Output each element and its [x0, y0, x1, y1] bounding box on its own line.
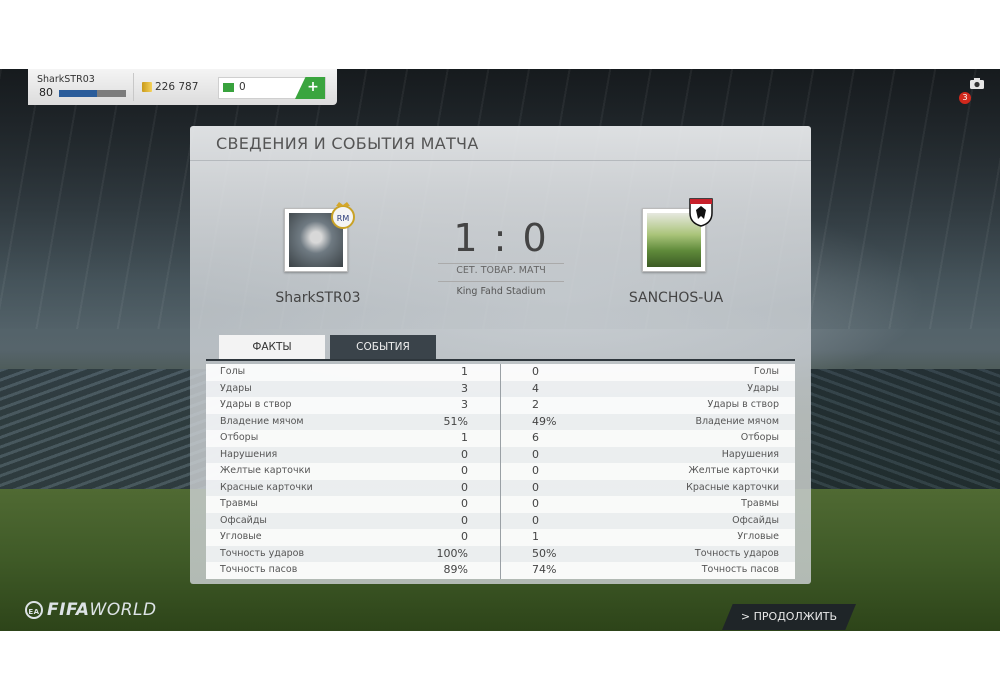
away-stat-label: Красные карточки — [686, 481, 779, 493]
home-stat-value: 0 — [461, 513, 468, 527]
stadium-name: King Fahd Stadium — [456, 286, 546, 297]
away-stat-label: Точность ударов — [694, 547, 779, 559]
away-stat-label: Желтые карточки — [688, 465, 779, 476]
home-stat-value: 51% — [443, 414, 468, 428]
xp-progress-bar — [59, 90, 126, 97]
away-stat-value: 0 — [532, 497, 539, 510]
home-stat-label: Отборы — [220, 432, 259, 443]
logo-fifa: FIFA — [47, 600, 90, 620]
away-stat-value: 4 — [532, 381, 539, 395]
away-stat-label: Офсайды — [732, 514, 779, 526]
home-stat-label: Точность ударов — [220, 547, 305, 559]
home-stat-label: Точность пасов — [220, 564, 298, 575]
home-stat-label: Травмы — [220, 498, 258, 509]
cash-icon — [223, 83, 234, 92]
logo-world: WORLD — [89, 600, 157, 620]
home-stat-label: Красные карточки — [220, 481, 313, 493]
away-stat-label: Точность пасов — [701, 564, 779, 575]
title-divider — [190, 160, 811, 161]
away-stat-value: 0 — [532, 464, 539, 477]
home-stat-label: Голы — [220, 366, 246, 377]
real-madrid-crest-icon: RM — [331, 202, 355, 229]
home-stat-value: 3 — [461, 398, 468, 411]
tab-facts[interactable]: ФАКТЫ — [219, 335, 325, 359]
away-stat-label: Владение мячом — [695, 415, 779, 427]
away-stat-value: 49% — [532, 414, 557, 428]
stats-center-divider — [500, 364, 501, 579]
home-stat-label: Офсайды — [220, 514, 267, 526]
tab-events[interactable]: СОБЫТИЯ — [330, 335, 436, 359]
away-stat-label: Удары — [747, 382, 779, 394]
away-club-crest-icon — [689, 198, 713, 227]
home-stat-label: Нарушения — [220, 448, 278, 460]
away-stat-label: Травмы — [741, 498, 779, 509]
home-stat-value: 0 — [461, 497, 468, 510]
home-stat-value: 3 — [461, 381, 468, 395]
away-stat-label: Отборы — [740, 432, 779, 443]
away-stat-value: 2 — [532, 398, 539, 411]
add-cash-button[interactable]: + — [295, 77, 325, 99]
away-stat-value: 0 — [532, 480, 539, 494]
home-stat-label: Угловые — [220, 531, 262, 542]
home-stat-value: 0 — [461, 530, 468, 543]
fifa-world-logo: EA FIFAWORLD — [25, 600, 157, 620]
home-stat-label: Удары — [220, 382, 252, 394]
username: SharkSTR03 — [37, 74, 95, 85]
camera-icon[interactable] — [970, 78, 984, 89]
xp-progress-fill — [59, 90, 98, 97]
away-stat-value: 1 — [532, 530, 539, 543]
away-stat-label: Голы — [753, 366, 779, 377]
home-team-name: SharkSTR03 — [275, 290, 361, 306]
level: 80 — [39, 86, 53, 99]
ea-logo-icon: EA — [25, 601, 43, 619]
cash-balance-box: 0 + — [218, 77, 326, 99]
continue-button[interactable]: > ПРОДОЛЖИТЬ — [722, 604, 856, 630]
home-stat-value: 0 — [461, 447, 468, 461]
away-stat-label: Удары в створ — [707, 399, 779, 410]
home-stat-value: 100% — [436, 546, 468, 560]
home-stat-value: 89% — [443, 563, 468, 576]
tab-underline — [206, 359, 795, 361]
home-stat-value: 0 — [461, 464, 468, 477]
coin-stack-icon — [142, 82, 152, 92]
stats-table: Голы 1 0 Голы Удары 3 4 Удары Удары в створ 3 2 Уда… — [206, 364, 795, 579]
away-stat-value: 0 — [532, 447, 539, 461]
score-divider-bottom — [438, 281, 564, 282]
home-stat-value: 1 — [461, 365, 468, 378]
away-team-name: SANCHOS-UA — [628, 290, 724, 306]
home-stat-value: 1 — [461, 431, 468, 444]
score-divider-top — [438, 263, 564, 264]
home-stat-label: Желтые карточки — [220, 465, 311, 476]
home-stat-label: Удары в створ — [220, 399, 292, 410]
away-stat-label: Нарушения — [721, 448, 779, 460]
away-stat-value: 50% — [532, 546, 557, 560]
page-title: СВЕДЕНИЯ И СОБЫТИЯ МАТЧА — [216, 134, 479, 153]
match-summary-panel: СВЕДЕНИЯ И СОБЫТИЯ МАТЧА RM SharkSTR03 1… — [190, 126, 811, 584]
home-stat-label: Владение мячом — [220, 415, 304, 427]
svg-text:RM: RM — [337, 214, 350, 223]
player-hud: SharkSTR03 80 226 787 0 + — [28, 69, 337, 105]
away-stat-value: 0 — [532, 365, 539, 378]
away-stat-value: 0 — [532, 513, 539, 527]
notification-badge[interactable]: 3 — [959, 92, 971, 104]
match-score: 1 : 0 — [453, 216, 549, 260]
hud-divider — [133, 73, 134, 101]
away-stat-label: Угловые — [737, 531, 779, 542]
coins-balance: 226 787 — [155, 81, 199, 93]
away-stat-value: 6 — [532, 431, 539, 444]
cash-balance: 0 — [239, 81, 246, 93]
away-stat-value: 74% — [532, 563, 557, 576]
home-stat-value: 0 — [461, 480, 468, 494]
match-type: СЕТ. ТОВАР. МАТЧ — [456, 265, 546, 276]
